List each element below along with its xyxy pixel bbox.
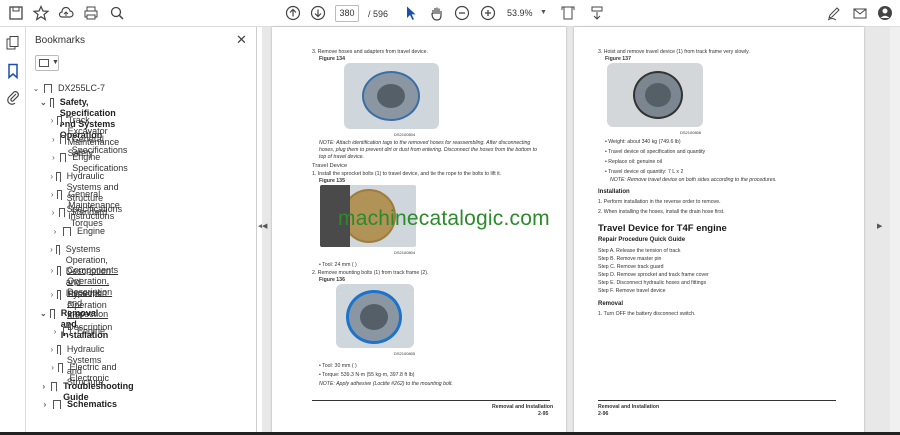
toolbar: 380 / 596 53.9% ▼ bbox=[0, 0, 900, 27]
figure-134-image bbox=[344, 63, 439, 129]
procedure-step: Step B. Remove master pin bbox=[598, 256, 662, 262]
text-step: 2. When installing the hoses, install th… bbox=[598, 209, 725, 215]
note-text: NOTE: Apply adhesive (Loctite #262) to t… bbox=[319, 381, 453, 387]
note-text: top of travel device. bbox=[319, 154, 364, 160]
section-heading: Installation bbox=[598, 189, 630, 195]
vertical-scrollbar[interactable] bbox=[890, 27, 900, 435]
footer-page-number: 2-96 bbox=[598, 411, 609, 417]
bullet-text: • Weight: about 340 kg (749.6 lb) bbox=[605, 139, 681, 145]
text-step: 2. Remove mounting bolts (1) from track … bbox=[312, 270, 429, 276]
print-icon[interactable] bbox=[81, 4, 101, 22]
bullet-text: • Travel device oil specification and qu… bbox=[605, 149, 706, 155]
footer-title: Removal and Installation bbox=[598, 404, 660, 410]
figure-code: DS2100806 bbox=[680, 130, 702, 135]
footer-title: Removal and Installation bbox=[492, 404, 554, 410]
note-text: NOTE: Remove travel device on both sides… bbox=[610, 177, 777, 183]
account-icon[interactable] bbox=[875, 4, 895, 22]
procedure-step: Step D. Remove sprocket and track frame … bbox=[598, 272, 709, 278]
save-icon[interactable] bbox=[6, 4, 26, 22]
procedure-step: Step A. Release the tension of track bbox=[598, 248, 681, 254]
bullet-text: • Tool: 24 mm ( ) bbox=[319, 262, 357, 268]
figure-caption: Figure 134 bbox=[319, 56, 345, 62]
figure-caption: Figure 137 bbox=[605, 56, 631, 62]
pages-area: 3. Remove hoses and adapters from travel… bbox=[0, 27, 900, 435]
page-heading: Travel Device for T4F engine bbox=[598, 223, 727, 234]
text-step: 1. Install the sprocket bolts (1) to tra… bbox=[312, 171, 502, 177]
figure-code: DS2100805 bbox=[394, 351, 416, 356]
text-step: 3. Hoist and remove travel device (1) fr… bbox=[598, 49, 750, 55]
figure-code: DS2100804 bbox=[394, 250, 416, 255]
hand-tool-icon[interactable] bbox=[427, 4, 447, 22]
procedure-step: Step C. Remove track guard bbox=[598, 264, 664, 270]
sign-pen-icon[interactable] bbox=[824, 4, 844, 22]
procedure-step: Step F. Remove travel device bbox=[598, 288, 666, 294]
mail-icon[interactable] bbox=[850, 4, 870, 22]
bullet-text: • Torque: 539.3 N·m (55 kg·m, 397.8 ft l… bbox=[319, 372, 415, 378]
bullet-text: • Tool: 30 mm ( ) bbox=[319, 363, 357, 369]
figure-137-image bbox=[607, 63, 703, 127]
page-total: / 596 bbox=[368, 9, 389, 19]
select-cursor-icon[interactable] bbox=[401, 4, 421, 22]
subheading: Travel Device bbox=[312, 163, 348, 169]
next-page-icon[interactable] bbox=[308, 4, 328, 22]
star-icon[interactable] bbox=[31, 4, 51, 22]
bullet-text: • Replace oil: genuine oil bbox=[605, 159, 662, 165]
text-step: 1. Turn OFF the battery disconnect switc… bbox=[598, 311, 696, 317]
page-left: 3. Remove hoses and adapters from travel… bbox=[272, 27, 566, 435]
zoom-search-icon[interactable] bbox=[107, 4, 127, 22]
footer-rule bbox=[312, 400, 550, 401]
section-heading: Removal bbox=[598, 301, 624, 307]
text-step: 1. Perform installation in the reverse o… bbox=[598, 199, 721, 205]
procedure-step: Step E. Disconnect hydraulic hoses and f… bbox=[598, 280, 707, 286]
section-heading: Repair Procedure Quick Guide bbox=[598, 237, 686, 243]
upload-cloud-icon[interactable] bbox=[56, 4, 76, 22]
page-fit-icon[interactable] bbox=[558, 4, 578, 22]
watermark: machinecatalogic.com bbox=[338, 207, 550, 230]
chevron-down-icon[interactable]: ▼ bbox=[540, 9, 547, 16]
previous-page-icon[interactable] bbox=[283, 4, 303, 22]
figure-caption: Figure 135 bbox=[319, 178, 345, 184]
page-number-input[interactable]: 380 bbox=[335, 5, 359, 22]
zoom-in-icon[interactable] bbox=[478, 4, 498, 22]
note-text: NOTE: Attach identification tags to the … bbox=[319, 140, 531, 146]
bullet-text: • Travel device oil quantity: 7 L x 2 bbox=[605, 169, 684, 175]
page-right: 3. Hoist and remove travel device (1) fr… bbox=[574, 27, 864, 435]
figure-code: DS2100804 bbox=[394, 132, 416, 137]
figure-136-image bbox=[336, 284, 414, 348]
footer-page-number: 2-95 bbox=[538, 411, 549, 417]
zoom-out-icon[interactable] bbox=[452, 4, 472, 22]
text-step: 3. Remove hoses and adapters from travel… bbox=[312, 49, 428, 55]
footer-rule bbox=[598, 400, 836, 401]
scroll-mode-icon[interactable] bbox=[587, 4, 607, 22]
note-text: hoses, plug them to prevent dirt or dust… bbox=[319, 147, 537, 153]
figure-caption: Figure 136 bbox=[319, 277, 345, 283]
